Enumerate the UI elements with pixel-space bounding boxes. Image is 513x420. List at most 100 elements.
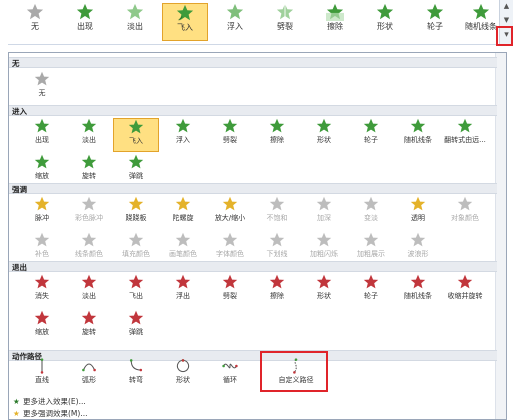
- exit-effect-13[interactable]: 弹跳: [113, 310, 159, 344]
- animation-gallery-ribbon: 无 出现 淡出 飞入 浮入 劈裂 擦除 形状 轮子 随机线条 ▲ ▼ ▾: [8, 0, 513, 45]
- exit-effect-2[interactable]: 淡出: [66, 274, 112, 308]
- star-green-icon: [34, 118, 50, 133]
- star-green-icon: [269, 118, 285, 133]
- star-green-icon: [376, 3, 394, 20]
- star-red-icon: [222, 274, 238, 289]
- ribbon-effect-appear[interactable]: 出现: [62, 3, 108, 41]
- star-red-icon: [410, 274, 426, 289]
- star-gold-icon: [410, 196, 426, 211]
- star-gray-icon: [34, 232, 50, 247]
- star-red-icon: [128, 274, 144, 289]
- motion-path-shape[interactable]: 形状: [160, 358, 206, 392]
- entrance-effect-4[interactable]: 浮入: [160, 118, 206, 152]
- star-red-icon: [363, 274, 379, 289]
- star-gray-icon: [316, 196, 332, 211]
- entrance-effect-12[interactable]: 旋转: [66, 154, 112, 188]
- star-red-icon: [34, 310, 50, 325]
- entrance-effect-11[interactable]: 缩放: [19, 154, 65, 188]
- star-gold-icon: [222, 196, 238, 211]
- star-green-icon: [175, 118, 191, 133]
- star-gray-icon: [81, 196, 97, 211]
- entrance-effect-6[interactable]: 擦除: [254, 118, 300, 152]
- emphasis-effect-7: 加深: [301, 196, 347, 230]
- star-green-icon: ★: [13, 397, 20, 406]
- entrance-effect-13[interactable]: 弹跳: [113, 154, 159, 188]
- ribbon-effect-split[interactable]: 劈裂: [262, 3, 308, 41]
- emphasis-effect-3[interactable]: 跷跷板: [113, 196, 159, 230]
- exit-effect-11[interactable]: 缩放: [19, 310, 65, 344]
- ribbon-effect-shape[interactable]: 形状: [362, 3, 408, 41]
- exit-effect-4[interactable]: 浮出: [160, 274, 206, 308]
- star-red-icon: [457, 274, 473, 289]
- exit-effect-6[interactable]: 擦除: [254, 274, 300, 308]
- exit-effect-10[interactable]: 收缩并旋转: [442, 274, 488, 308]
- star-green-split-icon: [276, 3, 294, 20]
- exit-effect-7[interactable]: 形状: [301, 274, 347, 308]
- emphasis-effect-2: 彩色脉冲: [66, 196, 112, 230]
- star-gray-icon: [457, 196, 473, 211]
- star-red-icon: [34, 274, 50, 289]
- emphasis-effect-8: 变淡: [348, 196, 394, 230]
- star-red-icon: [175, 274, 191, 289]
- effect-none[interactable]: 无: [19, 71, 65, 105]
- star-gray-icon: [363, 232, 379, 247]
- motion-path-arc[interactable]: 弧形: [66, 358, 112, 392]
- emphasis-effect-11: 补色: [19, 232, 65, 266]
- exit-effect-5[interactable]: 劈裂: [207, 274, 253, 308]
- entrance-effect-5[interactable]: 劈裂: [207, 118, 253, 152]
- exit-effect-9[interactable]: 随机线条: [395, 274, 441, 308]
- ribbon-effect-wipe[interactable]: 擦除: [312, 3, 358, 41]
- emphasis-effect-19: 波浪形: [395, 232, 441, 266]
- motion-path-custom[interactable]: 自定义路径: [269, 358, 323, 392]
- more-entrance-effects-link[interactable]: ★ 更多进入效果(E)...: [13, 397, 86, 407]
- entrance-effect-3[interactable]: 飞入: [113, 118, 159, 152]
- star-green-fade-icon: [126, 3, 144, 20]
- motion-path-line[interactable]: 直线: [19, 358, 65, 392]
- star-gray-icon: [316, 232, 332, 247]
- exit-effect-8[interactable]: 轮子: [348, 274, 394, 308]
- emphasis-effect-14: 画笔颜色: [160, 232, 206, 266]
- entrance-effect-8[interactable]: 轮子: [348, 118, 394, 152]
- ribbon-effect-fly-in[interactable]: 飞入: [162, 3, 208, 41]
- more-button-highlight: [496, 26, 513, 46]
- scroll-up-button[interactable]: ▲: [502, 2, 511, 11]
- entrance-effect-1[interactable]: 出现: [19, 118, 65, 152]
- motion-path-turn[interactable]: 转弯: [113, 358, 159, 392]
- emphasis-effect-10: 对象颜色: [442, 196, 488, 230]
- star-gray-icon: [34, 71, 50, 86]
- scroll-down-button[interactable]: ▼: [502, 16, 511, 25]
- more-emphasis-effects-link[interactable]: ★ 更多强调效果(M)...: [13, 409, 87, 419]
- ribbon-effect-none[interactable]: 无: [12, 3, 58, 41]
- entrance-effect-10[interactable]: 翻转式由远...: [442, 118, 488, 152]
- emphasis-effect-16: 下划线: [254, 232, 300, 266]
- star-green-icon: [81, 154, 97, 169]
- entrance-effect-2[interactable]: 淡出: [66, 118, 112, 152]
- star-red-icon: [128, 310, 144, 325]
- ribbon-effect-wheel[interactable]: 轮子: [412, 3, 458, 41]
- motion-path-loop[interactable]: 循环: [207, 358, 253, 392]
- exit-effect-3[interactable]: 飞出: [113, 274, 159, 308]
- emphasis-effect-1[interactable]: 脉冲: [19, 196, 65, 230]
- emphasis-effect-9[interactable]: 透明: [395, 196, 441, 230]
- star-red-icon: [269, 274, 285, 289]
- emphasis-effect-4[interactable]: 陀螺旋: [160, 196, 206, 230]
- emphasis-effect-12: 线条颜色: [66, 232, 112, 266]
- entrance-effect-7[interactable]: 形状: [301, 118, 347, 152]
- star-green-icon: [363, 118, 379, 133]
- star-green-float-icon: [226, 3, 244, 20]
- star-gray-icon: [222, 232, 238, 247]
- exit-effect-12[interactable]: 旋转: [66, 310, 112, 344]
- ribbon-effect-float-in[interactable]: 浮入: [212, 3, 258, 41]
- star-gray-icon: [269, 196, 285, 211]
- turn-path-icon: [129, 359, 143, 372]
- star-green-icon: [128, 154, 144, 169]
- emphasis-effect-17: 加粗闪烁: [301, 232, 347, 266]
- loop-path-icon: [222, 363, 238, 369]
- exit-effect-1[interactable]: 消失: [19, 274, 65, 308]
- entrance-effect-9[interactable]: 随机线条: [395, 118, 441, 152]
- emphasis-effect-5[interactable]: 放大/缩小: [207, 196, 253, 230]
- star-gray-icon: [410, 232, 426, 247]
- emphasis-effect-15: 字体颜色: [207, 232, 253, 266]
- star-green-icon: [81, 118, 97, 133]
- ribbon-effect-fade[interactable]: 淡出: [112, 3, 158, 41]
